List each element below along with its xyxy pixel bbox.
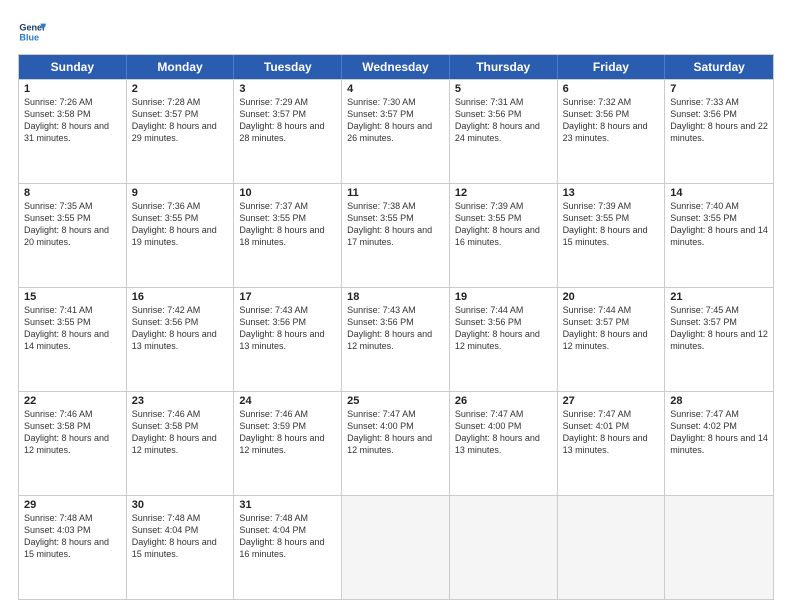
header-day-thursday: Thursday <box>450 55 558 79</box>
calendar-cell-25: 25Sunrise: 7:47 AMSunset: 4:00 PMDayligh… <box>342 392 450 495</box>
calendar-cell-8: 8Sunrise: 7:35 AMSunset: 3:55 PMDaylight… <box>19 184 127 287</box>
calendar-header: SundayMondayTuesdayWednesdayThursdayFrid… <box>19 55 773 79</box>
calendar-cell-7: 7Sunrise: 7:33 AMSunset: 3:56 PMDaylight… <box>665 80 773 183</box>
calendar-cell-13: 13Sunrise: 7:39 AMSunset: 3:55 PMDayligh… <box>558 184 666 287</box>
calendar-cell-20: 20Sunrise: 7:44 AMSunset: 3:57 PMDayligh… <box>558 288 666 391</box>
calendar-cell-14: 14Sunrise: 7:40 AMSunset: 3:55 PMDayligh… <box>665 184 773 287</box>
calendar-page: General Blue SundayMondayTuesdayWednesda… <box>0 0 792 612</box>
calendar-cell-30: 30Sunrise: 7:48 AMSunset: 4:04 PMDayligh… <box>127 496 235 599</box>
calendar-cell-18: 18Sunrise: 7:43 AMSunset: 3:56 PMDayligh… <box>342 288 450 391</box>
calendar: SundayMondayTuesdayWednesdayThursdayFrid… <box>18 54 774 600</box>
calendar-cell-22: 22Sunrise: 7:46 AMSunset: 3:58 PMDayligh… <box>19 392 127 495</box>
calendar-cell-23: 23Sunrise: 7:46 AMSunset: 3:58 PMDayligh… <box>127 392 235 495</box>
calendar-cell-empty <box>558 496 666 599</box>
calendar-cell-16: 16Sunrise: 7:42 AMSunset: 3:56 PMDayligh… <box>127 288 235 391</box>
calendar-cell-26: 26Sunrise: 7:47 AMSunset: 4:00 PMDayligh… <box>450 392 558 495</box>
header-day-friday: Friday <box>558 55 666 79</box>
header-day-monday: Monday <box>127 55 235 79</box>
calendar-cell-10: 10Sunrise: 7:37 AMSunset: 3:55 PMDayligh… <box>234 184 342 287</box>
calendar-cell-12: 12Sunrise: 7:39 AMSunset: 3:55 PMDayligh… <box>450 184 558 287</box>
calendar-cell-27: 27Sunrise: 7:47 AMSunset: 4:01 PMDayligh… <box>558 392 666 495</box>
calendar-week-1: 1Sunrise: 7:26 AMSunset: 3:58 PMDaylight… <box>19 79 773 183</box>
calendar-cell-9: 9Sunrise: 7:36 AMSunset: 3:55 PMDaylight… <box>127 184 235 287</box>
calendar-cell-15: 15Sunrise: 7:41 AMSunset: 3:55 PMDayligh… <box>19 288 127 391</box>
calendar-cell-29: 29Sunrise: 7:48 AMSunset: 4:03 PMDayligh… <box>19 496 127 599</box>
calendar-week-5: 29Sunrise: 7:48 AMSunset: 4:03 PMDayligh… <box>19 495 773 599</box>
calendar-cell-31: 31Sunrise: 7:48 AMSunset: 4:04 PMDayligh… <box>234 496 342 599</box>
calendar-cell-empty <box>342 496 450 599</box>
header-day-sunday: Sunday <box>19 55 127 79</box>
calendar-cell-24: 24Sunrise: 7:46 AMSunset: 3:59 PMDayligh… <box>234 392 342 495</box>
calendar-cell-21: 21Sunrise: 7:45 AMSunset: 3:57 PMDayligh… <box>665 288 773 391</box>
calendar-week-2: 8Sunrise: 7:35 AMSunset: 3:55 PMDaylight… <box>19 183 773 287</box>
calendar-cell-5: 5Sunrise: 7:31 AMSunset: 3:56 PMDaylight… <box>450 80 558 183</box>
calendar-cell-6: 6Sunrise: 7:32 AMSunset: 3:56 PMDaylight… <box>558 80 666 183</box>
calendar-cell-4: 4Sunrise: 7:30 AMSunset: 3:57 PMDaylight… <box>342 80 450 183</box>
svg-text:Blue: Blue <box>19 32 39 42</box>
calendar-cell-3: 3Sunrise: 7:29 AMSunset: 3:57 PMDaylight… <box>234 80 342 183</box>
calendar-cell-2: 2Sunrise: 7:28 AMSunset: 3:57 PMDaylight… <box>127 80 235 183</box>
calendar-week-4: 22Sunrise: 7:46 AMSunset: 3:58 PMDayligh… <box>19 391 773 495</box>
calendar-cell-28: 28Sunrise: 7:47 AMSunset: 4:02 PMDayligh… <box>665 392 773 495</box>
header: General Blue <box>18 18 774 46</box>
calendar-week-3: 15Sunrise: 7:41 AMSunset: 3:55 PMDayligh… <box>19 287 773 391</box>
calendar-cell-empty <box>665 496 773 599</box>
header-day-wednesday: Wednesday <box>342 55 450 79</box>
calendar-cell-19: 19Sunrise: 7:44 AMSunset: 3:56 PMDayligh… <box>450 288 558 391</box>
calendar-cell-11: 11Sunrise: 7:38 AMSunset: 3:55 PMDayligh… <box>342 184 450 287</box>
calendar-body: 1Sunrise: 7:26 AMSunset: 3:58 PMDaylight… <box>19 79 773 599</box>
header-day-saturday: Saturday <box>665 55 773 79</box>
calendar-cell-17: 17Sunrise: 7:43 AMSunset: 3:56 PMDayligh… <box>234 288 342 391</box>
calendar-cell-1: 1Sunrise: 7:26 AMSunset: 3:58 PMDaylight… <box>19 80 127 183</box>
logo-icon: General Blue <box>18 18 46 46</box>
logo: General Blue <box>18 18 46 46</box>
header-day-tuesday: Tuesday <box>234 55 342 79</box>
calendar-cell-empty <box>450 496 558 599</box>
